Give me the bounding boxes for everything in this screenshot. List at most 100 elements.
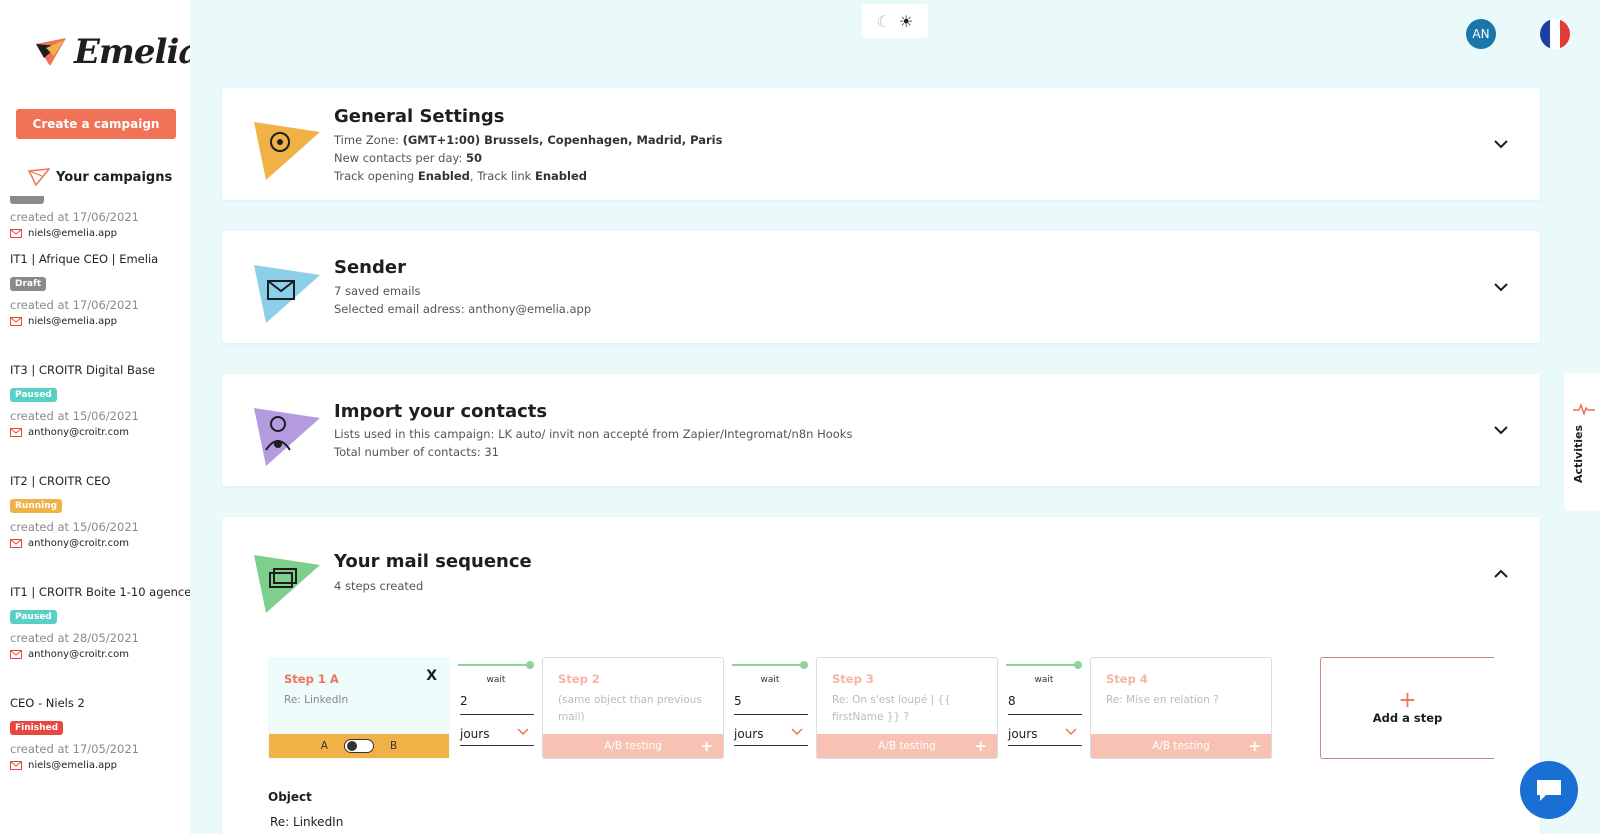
- chevron-down-icon[interactable]: [1492, 421, 1510, 439]
- ab-testing-bar[interactable]: A/B testing +: [817, 734, 997, 758]
- mail-icon: [10, 539, 22, 548]
- wait-block-2: wait 5 jours: [732, 659, 808, 757]
- chevron-down-icon[interactable]: [1064, 725, 1078, 739]
- sidebar: Emelia Create a campaign Your campaigns …: [0, 0, 190, 834]
- ab-testing-bar[interactable]: A/B testing +: [543, 734, 723, 758]
- plus-icon[interactable]: +: [974, 737, 987, 755]
- contacts-per-day-label: New contacts per day:: [334, 151, 463, 165]
- wait-days-input[interactable]: 2: [460, 694, 534, 715]
- step-title: Step 1 A: [284, 672, 339, 686]
- create-campaign-button[interactable]: Create a campaign: [16, 109, 176, 139]
- language-flag-icon[interactable]: [1540, 19, 1570, 49]
- campaign-item[interactable]: IT1 | CROITR Boite 1-10 agence Paused cr…: [10, 585, 190, 696]
- step-card-1[interactable]: Step 1 A X Re: LinkedIn A B: [268, 657, 450, 759]
- moon-icon[interactable]: ☾: [877, 12, 891, 31]
- wait-connector-dot: [526, 661, 534, 669]
- campaign-email-text: anthony@croitr.com: [28, 649, 130, 660]
- chevron-down-icon[interactable]: [1492, 135, 1510, 153]
- campaign-date: created at 17/06/2021: [10, 210, 139, 224]
- track-opening-label: Track opening: [334, 169, 415, 183]
- wait-days-input[interactable]: 5: [734, 694, 808, 715]
- activities-tab[interactable]: Activities: [1564, 373, 1600, 511]
- campaign-name: IT1 | Afrique CEO | Emelia: [10, 252, 159, 266]
- campaign-email: niels@emelia.app: [10, 316, 188, 327]
- chat-bubble-icon: [1537, 780, 1561, 801]
- theme-toggle[interactable]: ☾ ☀: [862, 4, 928, 38]
- paper-plane-icon: [28, 168, 50, 186]
- chevron-down-icon[interactable]: [516, 725, 530, 739]
- plus-icon[interactable]: +: [700, 737, 713, 755]
- ab-testing-bar[interactable]: A/B testing +: [1091, 734, 1271, 758]
- mail-icon: [10, 317, 22, 326]
- wait-block-3: wait 8 jours: [1006, 659, 1082, 757]
- campaign-email-text: niels@emelia.app: [28, 760, 117, 771]
- topbar: ☾ ☀ AN: [190, 0, 1600, 80]
- gear-icon: [254, 122, 320, 180]
- wait-connector-dot: [800, 661, 808, 669]
- sender-card[interactable]: Sender 7 saved emails Selected email adr…: [222, 231, 1540, 343]
- campaign-item[interactable]: IT1 | Afrique CEO | Emelia Draft created…: [10, 252, 188, 363]
- wait-label: wait: [1034, 675, 1054, 685]
- chevron-down-icon[interactable]: [1492, 278, 1510, 296]
- mail-icon: [10, 650, 22, 659]
- campaign-item[interactable]: CEO - Niels 2 Finished created at 17/05/…: [10, 696, 188, 807]
- campaign-email: anthony@croitr.com: [10, 427, 188, 438]
- campaign-email: niels@emelia.app: [10, 760, 188, 771]
- campaign-email: anthony@croitr.com: [10, 538, 188, 549]
- saved-emails: 7 saved emails: [334, 284, 421, 298]
- contact-lists: Lists used in this campaign: LK auto/ in…: [334, 427, 853, 441]
- ab-testing-label: A/B testing: [1152, 740, 1210, 752]
- contacts-per-day-value: 50: [466, 151, 483, 165]
- step-title: Step 4: [1106, 672, 1148, 686]
- step-card-2[interactable]: Step 2 (same object than previous mail) …: [542, 657, 724, 759]
- card-title: Your mail sequence: [334, 551, 532, 572]
- ab-toggle[interactable]: [343, 739, 374, 753]
- tracking-line: Track opening Enabled, Track link Enable…: [334, 169, 587, 183]
- campaign-date: created at 28/05/2021: [10, 631, 139, 645]
- chevron-down-icon[interactable]: [790, 725, 804, 739]
- ab-testing-label: A/B testing: [878, 740, 936, 752]
- selected-email: Selected email adress: anthony@emelia.ap…: [334, 302, 592, 316]
- mail-icon: [10, 428, 22, 437]
- ab-testing-label: A/B testing: [604, 740, 662, 752]
- step-card-4[interactable]: Step 4 Re: Mise en relation ? A/B testin…: [1090, 657, 1272, 759]
- add-step-label: Add a step: [1372, 711, 1443, 725]
- step-card-3[interactable]: Step 3 Re: On s'est loupé | {{ firstName…: [816, 657, 998, 759]
- close-icon[interactable]: X: [426, 668, 437, 684]
- track-opening-value: Enabled: [417, 169, 470, 183]
- wait-days-input[interactable]: 8: [1008, 694, 1082, 715]
- sun-icon[interactable]: ☀: [899, 12, 913, 31]
- add-step-button[interactable]: + Add a step: [1320, 657, 1494, 759]
- mail-icon: [10, 761, 22, 770]
- campaign-name: IT3 | CROITR Digital Base: [10, 363, 156, 377]
- track-link-label: , Track link: [469, 169, 532, 183]
- logo[interactable]: Emelia: [34, 32, 190, 72]
- mail-icon: [10, 229, 22, 238]
- campaign-item[interactable]: IT3 | CROITR Digital Base Paused created…: [10, 363, 188, 474]
- chevron-up-icon[interactable]: [1492, 565, 1510, 583]
- campaign-item[interactable]: created at 17/06/2021 niels@emelia.app: [10, 196, 188, 252]
- ab-label-b: B: [389, 740, 398, 752]
- campaign-list: created at 17/06/2021 niels@emelia.app I…: [10, 196, 190, 807]
- step-subject: Re: On s'est loupé | {{ firstName }} ?: [832, 694, 951, 723]
- timezone-label: Time Zone:: [334, 133, 399, 147]
- object-label: Object: [268, 790, 312, 804]
- your-campaigns-label: Your campaigns: [56, 169, 173, 185]
- plus-icon: +: [1398, 688, 1417, 713]
- contacts-per-day-line: New contacts per day: 50: [334, 151, 482, 165]
- status-badge: Running: [10, 499, 63, 513]
- campaign-item[interactable]: IT2 | CROITR CEO Running created at 15/0…: [10, 474, 188, 585]
- import-contacts-card[interactable]: Import your contacts Lists used in this …: [222, 374, 1540, 486]
- your-campaigns-header[interactable]: Your campaigns: [28, 168, 172, 186]
- step-subject: Re: Mise en relation ?: [1106, 694, 1219, 706]
- plus-icon[interactable]: +: [1248, 737, 1261, 755]
- user-avatar[interactable]: AN: [1466, 19, 1496, 49]
- chat-button[interactable]: [1520, 761, 1578, 819]
- campaign-date: created at 15/06/2021: [10, 409, 139, 423]
- campaign-name: CEO - Niels 2: [10, 696, 85, 710]
- status-badge: Draft: [10, 277, 47, 291]
- general-settings-card[interactable]: General Settings Time Zone: (GMT+1:00) B…: [222, 88, 1540, 200]
- track-link-value: Enabled: [534, 169, 587, 183]
- object-value[interactable]: Re: LinkedIn: [270, 815, 343, 829]
- wait-connector: [1006, 664, 1078, 666]
